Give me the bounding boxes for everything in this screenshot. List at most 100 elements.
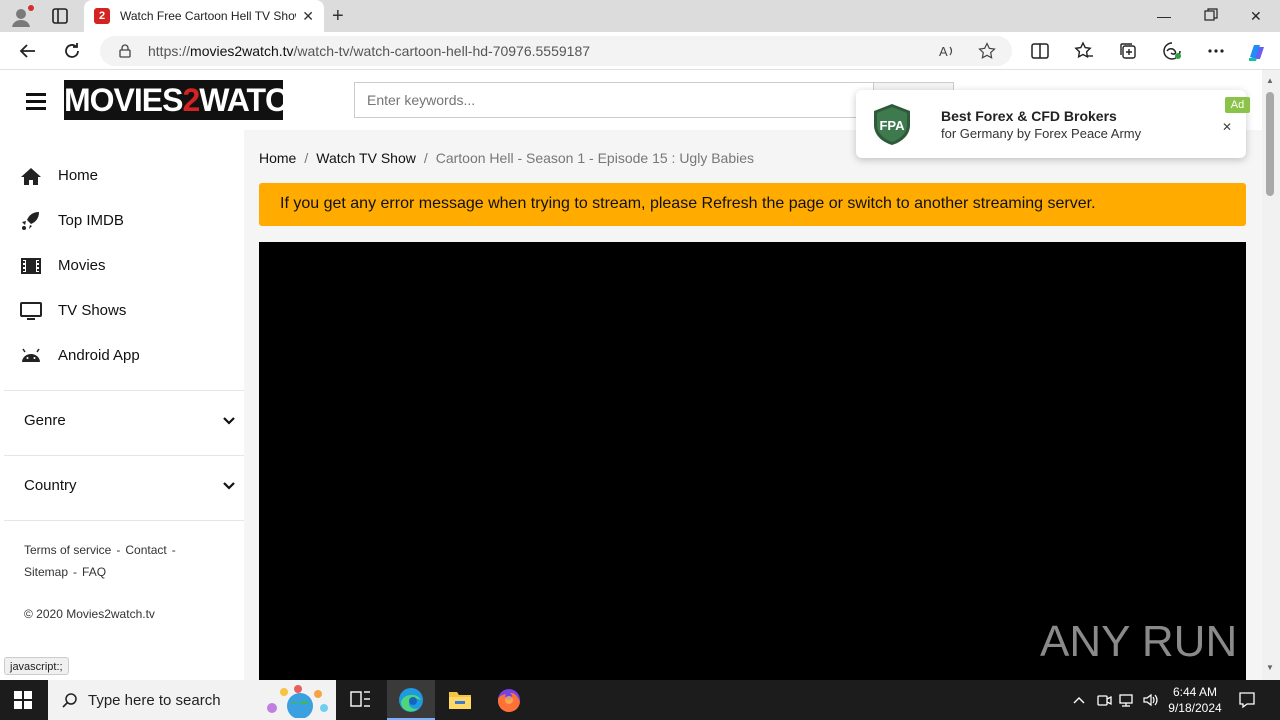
ad-close-icon[interactable]: ✕ (1222, 120, 1232, 134)
browser-essentials-icon[interactable] (1162, 41, 1182, 61)
terms-link[interactable]: Terms of service (24, 543, 111, 557)
firefox-icon[interactable] (485, 680, 533, 720)
anyrun-logo-icon: ANY RUN (1040, 617, 1237, 666)
search-highlight-decoration-icon (267, 685, 328, 718)
chevron-down-icon (223, 417, 235, 425)
sidebar-item-movies[interactable]: Movies (20, 254, 220, 278)
taskbar-clock[interactable]: 6:44 AM 9/18/2024 (1160, 684, 1230, 716)
restore-icon[interactable] (1204, 8, 1218, 25)
divider (4, 390, 244, 391)
fpa-logo-icon: FPA (874, 104, 910, 145)
anyrun-watermark: ANY RUN (1040, 608, 1237, 670)
meet-now-icon[interactable] (1096, 692, 1112, 708)
split-screen-icon[interactable] (1030, 41, 1050, 61)
volume-icon[interactable] (1142, 692, 1158, 708)
scroll-up-icon[interactable]: ▲ (1266, 76, 1274, 85)
sidebar-item-top-imdb[interactable]: Top IMDB (20, 209, 220, 233)
site-logo[interactable]: MOVIES2WATCH (64, 80, 310, 120)
chevron-down-icon (223, 482, 235, 490)
svg-text:ANY RUN: ANY RUN (1040, 617, 1235, 666)
taskbar-search[interactable]: Type here to search (48, 680, 336, 720)
favorite-star-icon[interactable] (978, 42, 996, 60)
task-view-icon[interactable] (336, 680, 384, 720)
ad-title: Best Forex & CFD Brokers (941, 108, 1117, 124)
ad-popup[interactable]: FPA Best Forex & CFD Brokers for Germany… (856, 90, 1246, 158)
back-icon[interactable] (18, 41, 38, 61)
edge-taskbar-icon[interactable] (387, 680, 435, 720)
tv-icon (20, 302, 42, 320)
hamburger-menu-icon[interactable] (26, 93, 46, 110)
sidebar-item-label: Top IMDB (58, 212, 124, 229)
address-bar[interactable]: https://movies2watch.tv/watch-tv/watch-c… (100, 36, 1012, 66)
windows-taskbar: Type here to search 6:44 AM 9/18/2024 (0, 680, 1280, 720)
svg-text:FPA: FPA (879, 118, 905, 133)
ad-badge[interactable]: Ad (1225, 97, 1250, 113)
film-icon (21, 258, 41, 274)
faq-link[interactable]: FAQ (82, 565, 106, 579)
web-page: MOVIES2WATCH Home Top IMDB Movies TV Sho… (0, 70, 1262, 680)
contact-link[interactable]: Contact (125, 543, 166, 557)
sidebar-item-home[interactable]: Home (20, 164, 220, 188)
sidebar-item-android-app[interactable]: Android App (20, 344, 220, 368)
scrollbar-thumb[interactable] (1266, 92, 1274, 196)
alert-text: If you get any error message when trying… (280, 195, 1096, 212)
refresh-icon[interactable] (62, 41, 82, 61)
close-tab-icon[interactable]: ✕ (302, 8, 314, 24)
footer-links-row-2: Sitemap - FAQ (24, 565, 107, 579)
copilot-icon[interactable] (1246, 41, 1266, 61)
genre-dropdown[interactable]: Genre (24, 410, 236, 432)
sidebar-item-tv-shows[interactable]: TV Shows (20, 299, 220, 323)
genre-label: Genre (24, 412, 66, 429)
stream-error-alert: If you get any error message when trying… (259, 183, 1246, 226)
breadcrumb-home[interactable]: Home (259, 150, 296, 166)
breadcrumb-current: Cartoon Hell - Season 1 - Episode 15 : U… (435, 150, 755, 166)
clock-time: 6:44 AM (1172, 685, 1218, 699)
url-text[interactable]: https://movies2watch.tv/watch-tv/watch-c… (148, 43, 590, 59)
sidebar-item-label: Home (58, 167, 99, 184)
notification-center-icon[interactable] (1238, 691, 1256, 709)
scroll-down-icon[interactable]: ▼ (1266, 663, 1274, 672)
home-icon (21, 168, 41, 185)
network-icon[interactable] (1118, 692, 1134, 708)
tab-actions-icon[interactable] (50, 6, 70, 26)
sidebar-item-label: TV Shows (58, 302, 127, 319)
taskbar-search-placeholder: Type here to search (88, 692, 221, 709)
tab-title: Watch Free Cartoon Hell TV Shows Online (120, 9, 296, 23)
more-options-icon[interactable] (1206, 41, 1226, 61)
browser-tab-strip: 2 Watch Free Cartoon Hell TV Shows Onlin… (0, 0, 1280, 32)
lock-icon[interactable] (118, 44, 132, 58)
sidebar: Home Top IMDB Movies TV Shows Android Ap… (4, 130, 244, 680)
footer-links-row-1: Terms of service - Contact - (24, 543, 176, 557)
breadcrumb: Home / Watch TV Show / Cartoon Hell - Season… (259, 150, 755, 166)
sidebar-item-label: Android App (58, 347, 140, 364)
svg-text:A: A (939, 44, 948, 59)
copyright-text: © 2020 Movies2watch.tv (24, 607, 155, 621)
divider (4, 520, 244, 521)
clock-date: 9/18/2024 (1168, 701, 1222, 715)
rocket-icon (22, 212, 39, 230)
page-scrollbar[interactable]: ▲ ▼ (1262, 70, 1280, 680)
active-tab[interactable]: 2 Watch Free Cartoon Hell TV Shows Onlin… (84, 0, 324, 32)
breadcrumb-watch-tv-show[interactable]: Watch TV Show (316, 150, 416, 166)
new-tab-icon[interactable]: + (332, 6, 344, 26)
close-window-icon[interactable]: ✕ (1250, 8, 1262, 24)
sidebar-item-label: Movies (58, 257, 106, 274)
favorites-icon[interactable] (1074, 41, 1094, 61)
show-hidden-icons-icon[interactable] (1071, 692, 1087, 708)
search-input[interactable] (355, 83, 855, 117)
minimize-icon[interactable]: — (1157, 8, 1171, 24)
read-aloud-icon[interactable]: A (938, 42, 956, 60)
country-dropdown[interactable]: Country (24, 475, 236, 497)
windows-start-icon[interactable] (14, 691, 32, 709)
sitemap-link[interactable]: Sitemap (24, 565, 68, 579)
search-icon (62, 693, 77, 708)
browser-toolbar: https://movies2watch.tv/watch-tv/watch-c… (0, 32, 1280, 70)
country-label: Country (24, 477, 77, 494)
status-bar-url: javascript:; (4, 657, 69, 675)
main-content: Home / Watch TV Show / Cartoon Hell - Season… (244, 130, 1262, 680)
profile-icon[interactable] (10, 5, 34, 28)
file-explorer-icon[interactable] (436, 680, 484, 720)
collections-icon[interactable] (1118, 41, 1138, 61)
ad-subtitle: for Germany by Forex Peace Army (941, 126, 1142, 141)
android-icon (22, 348, 40, 362)
